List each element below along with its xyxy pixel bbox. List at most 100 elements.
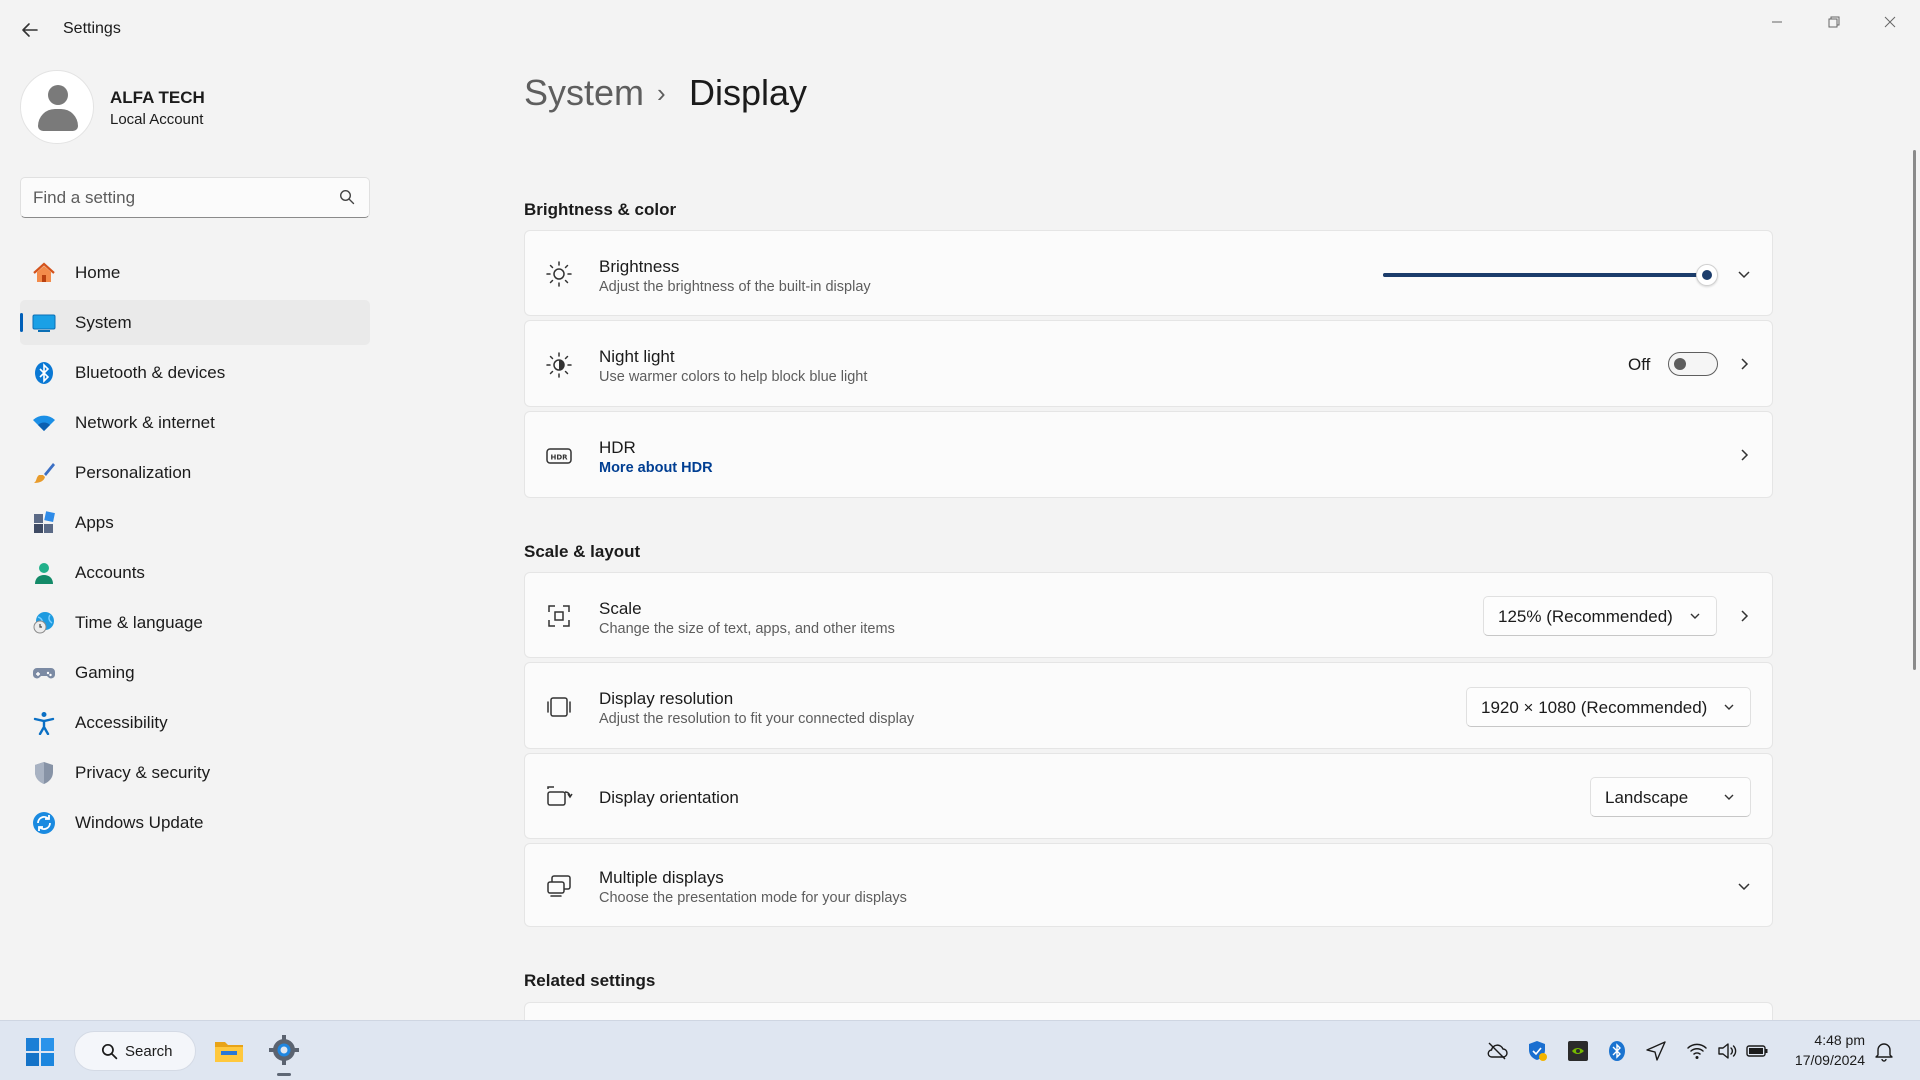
hdr-card[interactable]: HDR HDR More about HDR	[524, 411, 1773, 498]
search-box[interactable]	[20, 177, 370, 218]
location-icon[interactable]	[1645, 1040, 1667, 1062]
section-title-scale-layout: Scale & layout	[524, 542, 641, 561]
search-input[interactable]	[33, 178, 323, 217]
taskbar-search[interactable]: Search	[74, 1031, 196, 1071]
clock-time[interactable]: 4:48 pm	[1814, 1032, 1865, 1048]
scrollbar[interactable]	[1913, 150, 1916, 670]
scale-icon	[548, 605, 570, 627]
display-resolution-card[interactable]: Display resolution Adjust the resolution…	[524, 662, 1773, 749]
display-resolution-dropdown[interactable]: 1920 × 1080 (Recommended)	[1466, 687, 1751, 727]
breadcrumb-separator: ›	[657, 78, 666, 108]
globe-clock-icon	[33, 612, 54, 634]
sidebar-item-windows-update[interactable]: Windows Update	[20, 800, 370, 845]
display-orientation-card[interactable]: Display orientation Landscape	[524, 753, 1773, 839]
brightness-card[interactable]: Brightness Adjust the brightness of the …	[524, 230, 1773, 316]
brightness-slider-fill	[1383, 273, 1707, 277]
sidebar-item-system[interactable]: System	[20, 300, 370, 345]
update-icon	[33, 812, 55, 834]
apps-icon	[34, 511, 55, 533]
brightness-title: Brightness	[599, 257, 680, 276]
sun-icon	[546, 261, 572, 287]
sidebar-item-label: Accessibility	[75, 713, 168, 732]
night-light-subtitle: Use warmer colors to help block blue lig…	[599, 369, 868, 385]
sidebar-item-label: Gaming	[75, 663, 135, 682]
back-button[interactable]	[12, 14, 48, 46]
related-settings-card[interactable]	[524, 1002, 1773, 1020]
night-light-toggle[interactable]	[1668, 352, 1718, 376]
chevron-down-icon[interactable]	[1736, 266, 1752, 282]
brightness-slider-thumb[interactable]	[1696, 264, 1718, 286]
display-orientation-dropdown-value: Landscape	[1605, 788, 1689, 807]
multiple-displays-card[interactable]: Multiple displays Choose the presentatio…	[524, 843, 1773, 927]
avatar[interactable]	[20, 70, 94, 144]
chevron-right-icon[interactable]	[1736, 447, 1752, 463]
clock-date[interactable]: 17/09/2024	[1795, 1052, 1865, 1068]
hdr-title: HDR	[599, 438, 636, 457]
restore-button[interactable]	[1806, 4, 1862, 40]
battery-icon[interactable]	[1746, 1040, 1768, 1062]
file-explorer-icon[interactable]	[213, 1035, 245, 1067]
chevron-down-icon[interactable]	[1736, 878, 1752, 894]
brightness-subtitle: Adjust the brightness of the built-in di…	[599, 279, 871, 295]
sidebar-item-apps[interactable]: Apps	[20, 500, 370, 545]
display-resolution-dropdown-value: 1920 × 1080 (Recommended)	[1481, 698, 1708, 717]
display-orientation-dropdown[interactable]: Landscape	[1590, 777, 1751, 817]
sidebar-item-label: Time & language	[75, 613, 203, 632]
sidebar-item-privacy[interactable]: Privacy & security	[20, 750, 370, 795]
bluetooth-icon	[35, 362, 53, 384]
bluetooth-icon[interactable]	[1606, 1040, 1628, 1062]
windows-start-icon[interactable]	[25, 1037, 55, 1067]
security-shield-icon[interactable]	[1526, 1040, 1548, 1062]
sidebar-item-bluetooth[interactable]: Bluetooth & devices	[20, 350, 370, 395]
chevron-down-icon	[1724, 794, 1734, 800]
resolution-icon	[547, 697, 571, 717]
hdr-icon: HDR	[546, 448, 572, 464]
sidebar-item-personalization[interactable]: Personalization	[20, 450, 370, 495]
chevron-right-icon[interactable]	[1736, 608, 1752, 624]
volume-icon[interactable]	[1716, 1040, 1738, 1062]
multiple-displays-icon	[547, 875, 571, 897]
close-button[interactable]	[1862, 4, 1918, 40]
sidebar-item-label: Windows Update	[75, 813, 204, 832]
scale-card[interactable]: Scale Change the size of text, apps, and…	[524, 572, 1773, 658]
settings-gear-icon[interactable]	[268, 1034, 300, 1066]
search-icon[interactable]	[339, 189, 355, 205]
page-title: Display	[689, 72, 808, 113]
title-bar: Settings	[0, 0, 1920, 60]
scale-title: Scale	[599, 599, 642, 618]
night-light-card[interactable]: Night light Use warmer colors to help bl…	[524, 320, 1773, 407]
scale-dropdown[interactable]: 125% (Recommended)	[1483, 596, 1717, 636]
sidebar-item-accessibility[interactable]: Accessibility	[20, 700, 370, 745]
svg-text:HDR: HDR	[550, 454, 568, 462]
sidebar-item-gaming[interactable]: Gaming	[20, 650, 370, 695]
sidebar-item-label: Bluetooth & devices	[75, 363, 226, 382]
chevron-right-icon[interactable]	[1736, 356, 1752, 372]
sidebar-item-label: Accounts	[75, 563, 145, 582]
sidebar-item-time-language[interactable]: Time & language	[20, 600, 370, 645]
shield-icon	[35, 762, 53, 784]
breadcrumb-parent[interactable]: System	[524, 72, 644, 114]
notification-bell-icon[interactable]	[1873, 1040, 1895, 1062]
sidebar-item-label: Personalization	[75, 463, 192, 482]
accessibility-icon	[33, 712, 55, 735]
more-about-hdr-link[interactable]: More about HDR	[599, 460, 713, 476]
wifi-icon	[33, 415, 55, 431]
multiple-displays-title: Multiple displays	[599, 868, 724, 887]
brightness-slider[interactable]	[1383, 264, 1718, 286]
avatar-body-shape	[38, 109, 78, 131]
cloud-offline-icon[interactable]	[1486, 1040, 1508, 1062]
sidebar-item-accounts[interactable]: Accounts	[20, 550, 370, 595]
orientation-icon	[547, 786, 573, 806]
wifi-icon[interactable]	[1686, 1040, 1708, 1062]
accounts-icon	[35, 563, 53, 584]
sidebar-item-label: Home	[75, 263, 121, 282]
display-resolution-title: Display resolution	[599, 689, 734, 708]
restore-icon	[1828, 16, 1840, 28]
sidebar-item-home[interactable]: Home	[20, 250, 370, 295]
sidebar-item-network[interactable]: Network & internet	[20, 400, 370, 445]
minimize-button[interactable]	[1749, 4, 1805, 40]
nvidia-icon[interactable]	[1567, 1040, 1589, 1062]
minimize-icon	[1772, 21, 1782, 23]
account-type: Local Account	[110, 111, 204, 128]
active-app-indicator	[277, 1073, 291, 1076]
